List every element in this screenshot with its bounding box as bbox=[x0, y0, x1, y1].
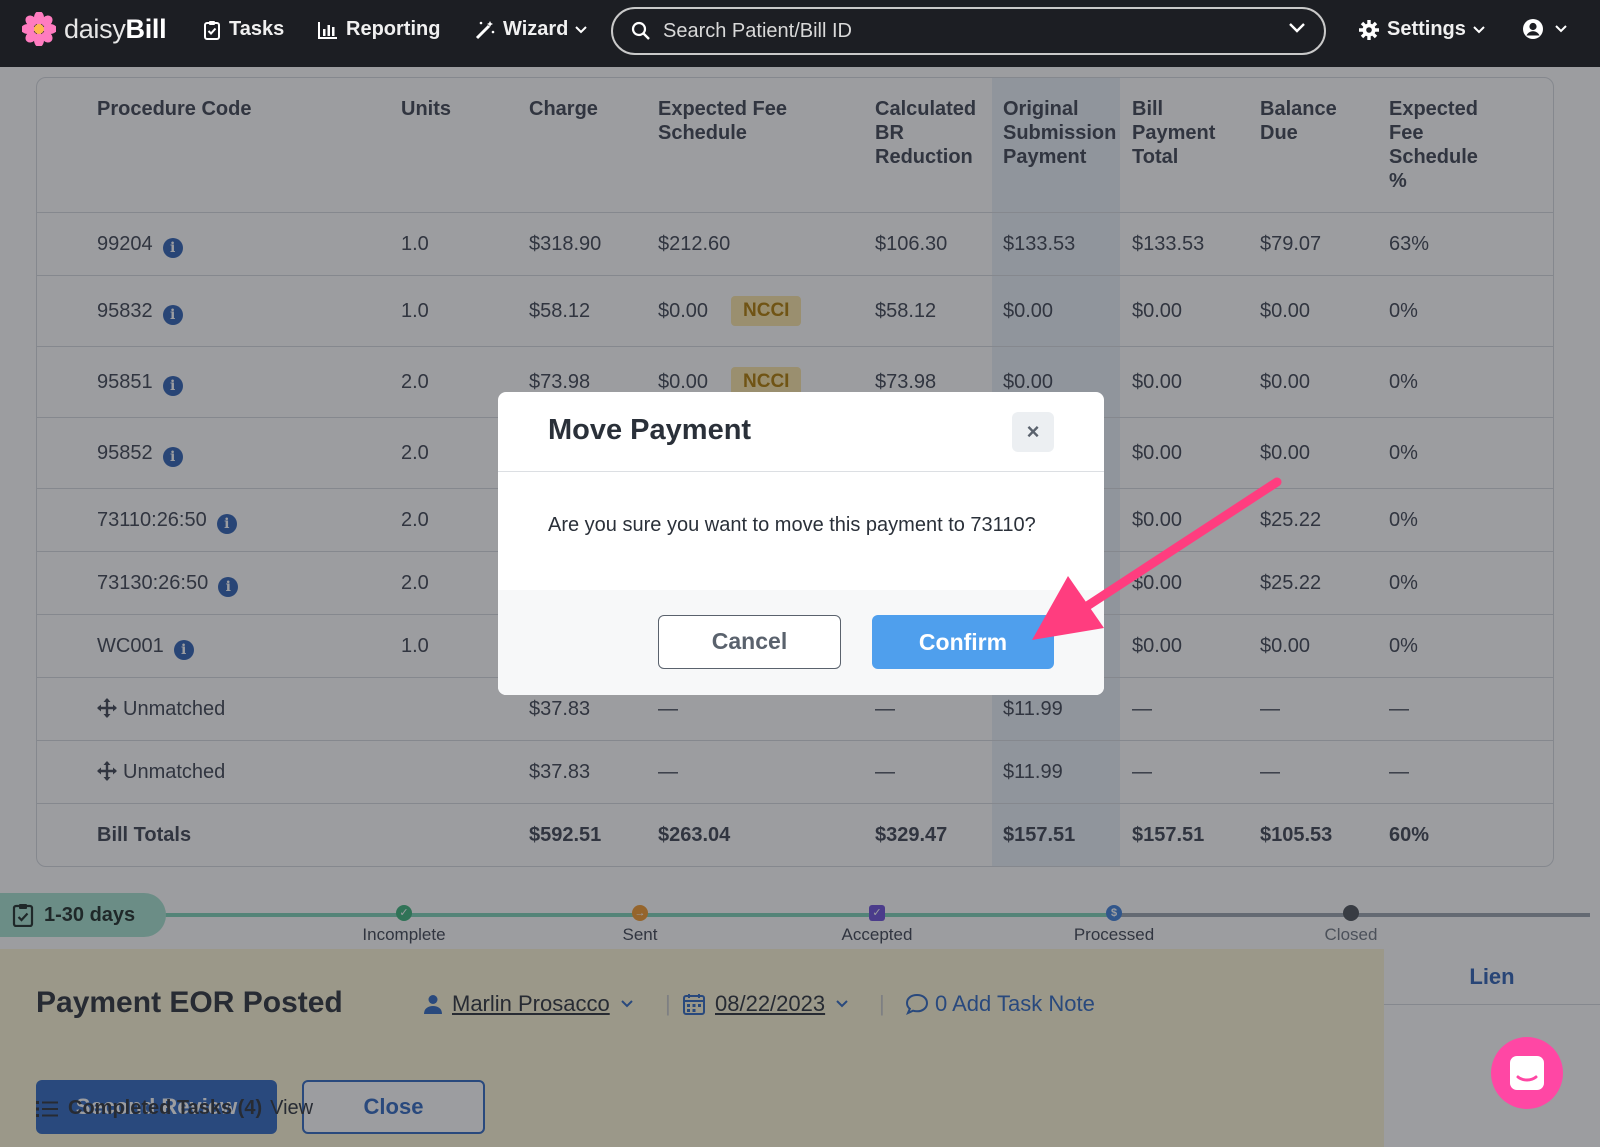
chat-launcher[interactable] bbox=[1491, 1037, 1563, 1109]
pointer-arrow-annotation bbox=[1032, 477, 1282, 640]
chat-icon bbox=[1510, 1056, 1544, 1090]
